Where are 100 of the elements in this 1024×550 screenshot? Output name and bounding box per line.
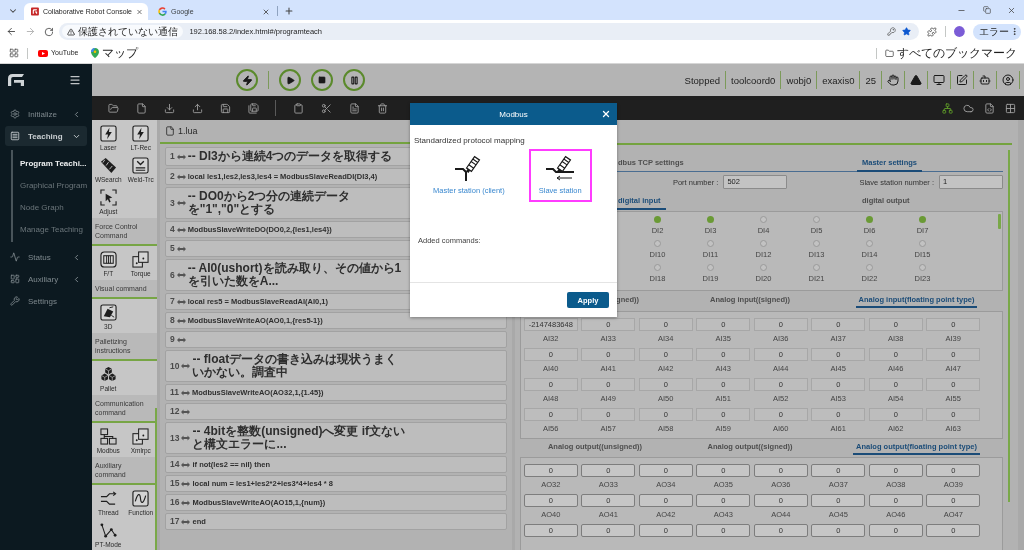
modal-title: Modbus [499, 109, 528, 119]
line-number: 1 [170, 151, 175, 162]
apps-icon[interactable] [9, 48, 19, 58]
scrollbar-thumb[interactable] [155, 408, 157, 550]
double-arrow-icon [181, 518, 191, 525]
nav-subitem[interactable]: Program Teachi... [20, 152, 92, 174]
double-arrow-icon [176, 245, 186, 252]
nav-subitem[interactable]: Node Graph [20, 196, 92, 218]
bookmark-link[interactable]: マップ [88, 46, 140, 60]
nav-item[interactable]: Teaching [5, 126, 87, 146]
clipboard-icon[interactable] [292, 102, 304, 114]
line-number: 5 [170, 243, 175, 254]
folder-icon[interactable] [107, 102, 119, 114]
code-text: -- floatデータの書き込みは現状うまくいかない。調査中 [192, 353, 399, 379]
status-label: Stopped [683, 74, 721, 86]
star-icon[interactable] [902, 27, 912, 36]
double-arrow-icon [181, 389, 190, 396]
save-all-icon[interactable] [247, 102, 259, 114]
video-icon [38, 49, 48, 57]
file-tab[interactable]: 1.lua [165, 126, 198, 136]
folder-icon [885, 48, 894, 58]
line-number: 12 [170, 406, 180, 417]
stop-icon [318, 76, 326, 84]
avatar-icon[interactable] [954, 26, 965, 37]
profile-chip[interactable]: エラー [973, 23, 1021, 40]
grid-icon [10, 274, 20, 284]
lightning-box-icon [132, 125, 150, 142]
line-number: 6 [170, 269, 175, 281]
nav-item[interactable]: Auxiliary [5, 269, 87, 289]
reload-icon[interactable] [43, 26, 54, 37]
favicon-icon [158, 7, 167, 16]
double-arrow-icon [176, 226, 186, 233]
network-boxes-icon [99, 428, 117, 445]
trash-icon[interactable] [376, 102, 388, 114]
scissors-icon[interactable] [320, 102, 332, 114]
close-icon[interactable] [1007, 5, 1016, 15]
security-chip[interactable]: 保護されていない通信 [62, 25, 184, 38]
play-button[interactable] [279, 69, 301, 91]
double-arrow-icon [176, 317, 186, 324]
nav-item[interactable]: Status [5, 247, 87, 267]
menu-icon[interactable] [69, 74, 81, 86]
pause-icon [349, 75, 359, 85]
play-icon [285, 75, 295, 85]
close-icon[interactable] [262, 7, 270, 16]
line-number: 10 [170, 360, 180, 372]
double-arrow-icon [181, 480, 191, 487]
double-arrow-icon [176, 173, 186, 180]
hand-icon[interactable] [887, 74, 899, 86]
line-number: 14 [170, 459, 180, 470]
download-icon[interactable] [163, 102, 175, 114]
shape-frame-icon [99, 304, 117, 321]
scrollbar-thumb[interactable] [1008, 150, 1010, 502]
puzzle-icon[interactable] [927, 26, 938, 37]
nav-subitem[interactable]: Graphical Program [20, 174, 92, 196]
document-icon[interactable] [348, 102, 360, 114]
restore-icon[interactable] [982, 6, 991, 14]
double-arrow-icon [181, 499, 191, 506]
lightning-button[interactable] [236, 69, 258, 91]
nav-subitem[interactable]: Manage Teaching [20, 218, 92, 240]
plus-icon[interactable] [284, 6, 294, 16]
line-number: 9 [170, 334, 175, 345]
nav-item[interactable]: Settings [5, 291, 87, 311]
nav-item[interactable]: Initialize [5, 104, 87, 124]
save-icon[interactable] [219, 102, 231, 114]
file-code-icon[interactable] [984, 102, 995, 114]
back-icon[interactable] [6, 26, 17, 37]
pause-button[interactable] [343, 69, 365, 91]
lightning-box-icon [99, 125, 117, 142]
kebab-menu-icon [1010, 27, 1019, 36]
double-arrow-icon [176, 336, 186, 343]
user-icon[interactable] [1002, 74, 1014, 86]
pen-square-icon[interactable] [956, 74, 968, 86]
grid-icon[interactable] [1005, 102, 1016, 114]
status-label: 25 [864, 74, 877, 86]
chevron-box-icon [132, 157, 150, 174]
key-icon[interactable] [887, 27, 897, 36]
line-number: 4 [170, 224, 175, 235]
close-icon[interactable] [601, 109, 611, 119]
monitor-icon[interactable] [933, 74, 945, 86]
list-icon [10, 131, 20, 141]
chevron-down-icon[interactable] [8, 6, 18, 16]
scrollbar-thumb[interactable] [998, 214, 1001, 229]
upload-icon[interactable] [191, 102, 203, 114]
robot-icon[interactable] [979, 74, 991, 86]
robot-tool-icon [545, 154, 576, 182]
warning-icon[interactable] [910, 74, 922, 86]
line-number: 11 [170, 387, 179, 398]
cloud-icon[interactable] [963, 102, 974, 114]
cursor-frame-icon [99, 189, 117, 206]
line-number: 8 [170, 315, 175, 326]
all-bookmarks-link[interactable]: すべてのブックマーク [883, 46, 1019, 60]
file-icon[interactable] [135, 102, 147, 114]
line-number: 3 [170, 197, 175, 209]
branch-arrow-icon [99, 490, 117, 507]
favicon-icon [31, 7, 39, 16]
pulse-icon [10, 252, 20, 262]
overlap-squares-icon [132, 251, 150, 268]
network-icon[interactable] [942, 102, 953, 114]
double-arrow-icon [176, 200, 186, 206]
stop-button[interactable] [311, 69, 333, 91]
